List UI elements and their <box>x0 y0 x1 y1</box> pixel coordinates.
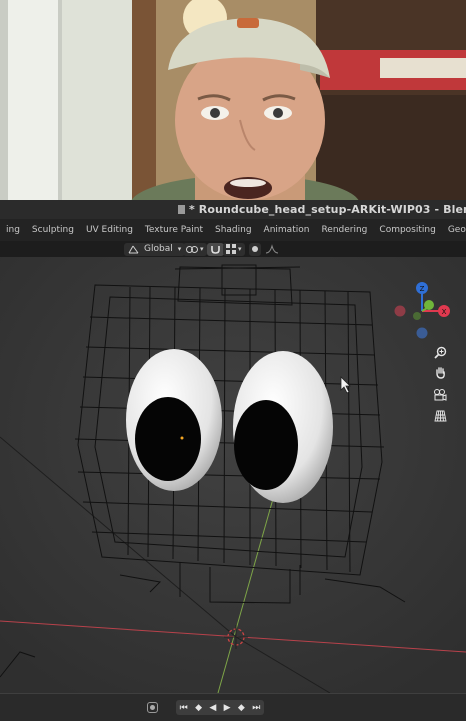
tab-uv-editing[interactable]: UV Editing <box>80 219 139 241</box>
tab-animation[interactable]: Animation <box>258 219 316 241</box>
right-eye <box>233 351 333 503</box>
chevron-down-icon: ▾ <box>238 245 242 253</box>
snap-grid-icon <box>226 244 236 254</box>
neg-y-axis-icon[interactable] <box>413 312 421 320</box>
chevron-down-icon: ▾ <box>177 245 182 253</box>
tab-rendering[interactable]: Rendering <box>315 219 373 241</box>
zoom-icon[interactable] <box>430 343 450 361</box>
falloff-curve-icon <box>265 244 279 254</box>
tab-sculpting[interactable]: Sculpting <box>26 219 80 241</box>
3d-viewport[interactable]: Z X <box>0 257 466 693</box>
link-icon <box>186 245 198 253</box>
playback-controls: ⏮ ◆ ◀ ▶ ◆ ⏭ <box>176 700 264 715</box>
play-icon[interactable]: ▶ <box>224 703 231 713</box>
orientation-icon <box>128 245 139 254</box>
magnet-icon <box>211 245 220 254</box>
navigation-gizmo[interactable]: Z X <box>386 281 458 343</box>
transform-orientation-dropdown[interactable]: Global ▾ <box>124 242 186 256</box>
window-title: * Roundcube_head_setup-ARKit-WIP03 - Ble… <box>189 203 466 216</box>
viewport-header: Global ▾ ▾ ▾ <box>0 241 466 257</box>
tab-texture-paint[interactable]: Texture Paint <box>139 219 209 241</box>
transform-orientation-label: Global <box>144 244 173 254</box>
y-axis-icon[interactable] <box>424 300 434 310</box>
play-reverse-icon[interactable]: ◀ <box>209 703 216 713</box>
chevron-down-icon: ▾ <box>200 245 204 253</box>
falloff-dropdown[interactable] <box>265 242 279 256</box>
timeline-bar: ⏮ ◆ ◀ ▶ ◆ ⏭ <box>0 693 466 721</box>
neg-x-axis-icon[interactable] <box>394 305 406 317</box>
grid-icon[interactable] <box>430 407 450 425</box>
prev-keyframe-icon[interactable]: ◆ <box>195 703 202 713</box>
window-title-bar: * Roundcube_head_setup-ARKit-WIP03 - Ble… <box>0 200 466 219</box>
jump-end-icon[interactable]: ⏭ <box>252 703 260 713</box>
neg-z-axis-icon[interactable] <box>416 327 428 339</box>
hand-pan-icon[interactable] <box>430 363 450 381</box>
snap-target-dropdown[interactable]: ▾ <box>223 242 245 256</box>
tab-geometry-nodes[interactable]: Geometry Nodes <box>442 219 466 241</box>
next-keyframe-icon[interactable]: ◆ <box>238 703 245 713</box>
jump-start-icon[interactable]: ⏮ <box>180 703 188 713</box>
camera-icon[interactable] <box>430 385 450 403</box>
left-eye <box>126 349 222 491</box>
document-icon <box>178 205 185 214</box>
snap-toggle[interactable] <box>207 242 224 256</box>
tab-shading[interactable]: Shading <box>209 219 258 241</box>
auto-keying-toggle[interactable] <box>147 702 158 713</box>
svg-text:Z: Z <box>420 285 425 293</box>
proportional-edit-toggle[interactable] <box>249 242 261 256</box>
svg-text:X: X <box>442 308 447 316</box>
tab-layout[interactable]: ing <box>0 219 26 241</box>
pivot-point-dropdown[interactable]: ▾ <box>183 242 207 256</box>
webcam-overlay <box>0 0 466 200</box>
workspace-tabs: ing Sculpting UV Editing Texture Paint S… <box>0 219 466 241</box>
tab-compositing[interactable]: Compositing <box>373 219 441 241</box>
proportional-edit-icon <box>252 246 258 252</box>
